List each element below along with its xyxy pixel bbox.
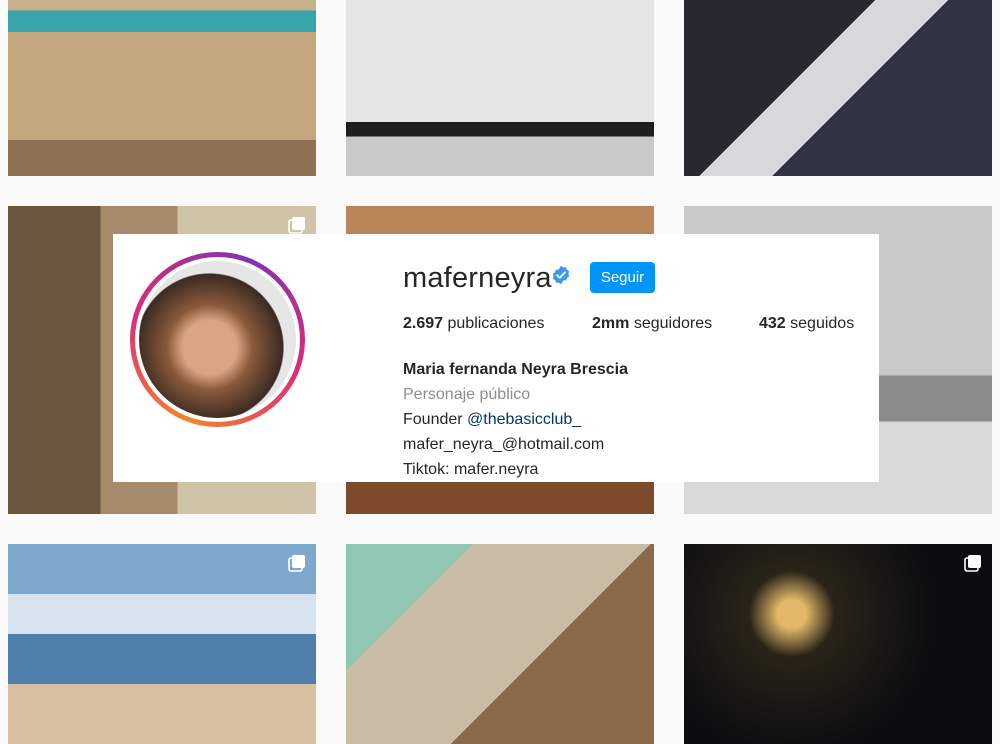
post-thumbnail[interactable] [346,544,654,744]
bio-email: mafer_neyra_@hotmail.com [403,436,605,453]
followers-count[interactable]: 2mm seguidores [592,315,712,333]
following-label: seguidos [790,315,855,332]
profile-avatar[interactable] [130,252,305,427]
posts-label: publicaciones [447,315,545,332]
post-thumbnail[interactable] [684,0,992,176]
bio-founder-text: Founder [403,411,463,428]
posts-value: 2.697 [403,315,444,332]
profile-bio: Maria fernanda Neyra Brescia Personaje p… [403,357,628,482]
following-value: 432 [759,315,786,332]
profile-hover-card: maferneyra Seguir 2.697 publicaciones 2m… [113,234,879,482]
avatar-image [139,261,296,418]
post-thumbnail[interactable] [8,544,316,744]
verified-badge-icon [552,265,570,285]
following-count[interactable]: 432 seguidos [759,315,854,333]
multiple-photos-icon [964,555,981,572]
post-thumbnail[interactable] [684,544,992,744]
followers-value: 2mm [592,315,630,332]
bio-tiktok: Tiktok: mafer.neyra [403,461,539,478]
multiple-photos-icon [288,217,305,234]
profile-username[interactable]: maferneyra [403,262,552,295]
bio-line-founder: Founder @thebasicclub_ [403,407,628,432]
follow-button[interactable]: Seguir [590,262,655,293]
post-thumbnail[interactable] [8,0,316,176]
posts-count[interactable]: 2.697 publicaciones [403,315,544,333]
post-thumbnail[interactable] [346,0,654,176]
profile-category: Personaje público [403,386,531,403]
bio-mention-link[interactable]: @thebasicclub_ [467,411,581,428]
followers-label: seguidores [633,315,713,332]
multiple-photos-icon [288,555,305,572]
avatar-border [135,257,300,422]
profile-full-name: Maria fernanda Neyra Brescia [403,361,628,378]
